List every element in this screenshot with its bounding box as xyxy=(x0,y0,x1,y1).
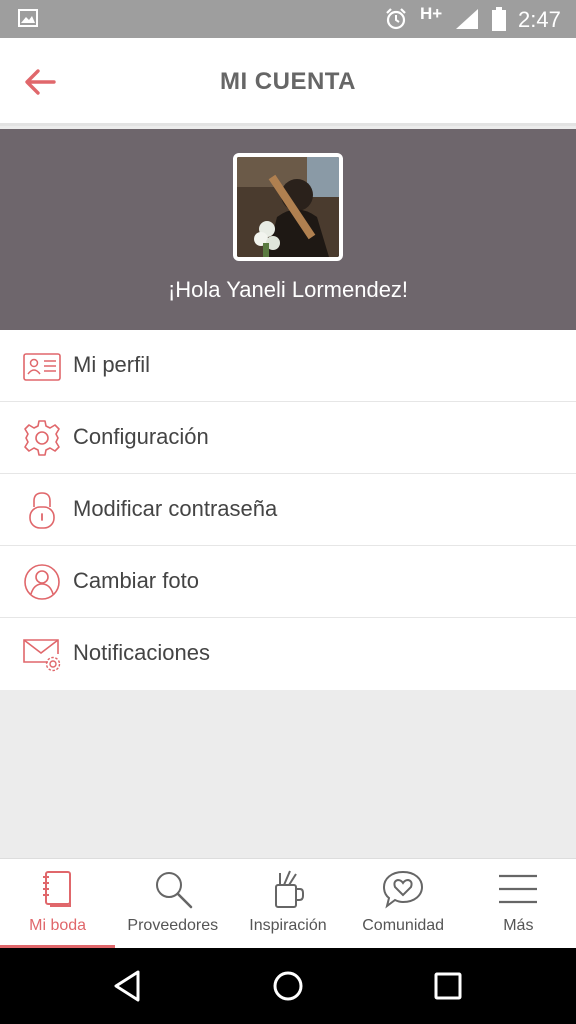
menu-item-configuracion[interactable]: Configuración xyxy=(0,402,576,474)
menu-item-label: Modificar contraseña xyxy=(73,496,278,521)
tab-label: Inspiración xyxy=(249,917,327,934)
menu-item-notificaciones[interactable]: Notificaciones xyxy=(0,618,576,690)
bottom-navigation: Mi boda Proveedores Inspiración Comunida… xyxy=(0,858,576,949)
menu-item-label: Notificaciones xyxy=(73,640,210,665)
network-type: H+ xyxy=(420,4,443,23)
app-header: MI CUENTA xyxy=(0,38,576,126)
id-card-icon xyxy=(23,353,61,381)
page-title: MI CUENTA xyxy=(219,68,357,95)
status-bar: H+ 2:47 xyxy=(0,0,576,38)
menu-item-mi-perfil[interactable]: Mi perfil xyxy=(0,330,576,402)
clock: 2:47 xyxy=(518,7,561,32)
profile-photo xyxy=(237,157,339,257)
battery-icon xyxy=(492,7,506,31)
gear-icon xyxy=(24,420,60,456)
lock-icon xyxy=(29,492,55,529)
system-navigation-bar xyxy=(0,948,576,1024)
tab-label: Más xyxy=(503,917,534,934)
tab-proveedores[interactable]: Proveedores xyxy=(115,859,230,949)
menu-item-label: Configuración xyxy=(73,424,209,449)
avatar[interactable] xyxy=(233,153,343,261)
menu-item-label: Mi perfil xyxy=(73,352,151,377)
greeting-text: ¡Hola Yaneli Lormendez! xyxy=(167,277,409,302)
tab-inspiracion[interactable]: Inspiración xyxy=(230,859,345,949)
pencil-cup-icon xyxy=(274,870,304,908)
tab-comunidad[interactable]: Comunidad xyxy=(346,859,461,949)
menu-icon xyxy=(499,874,538,904)
back-triangle-icon[interactable] xyxy=(108,968,148,1004)
user-photo-icon xyxy=(24,564,60,600)
tab-mas[interactable]: Más xyxy=(461,859,576,949)
tab-label: Comunidad xyxy=(362,917,445,934)
mail-settings-icon xyxy=(23,639,61,672)
menu-item-cambiar-foto[interactable]: Cambiar foto xyxy=(0,546,576,618)
recents-square-icon[interactable] xyxy=(428,968,468,1004)
image-notification-icon xyxy=(18,9,38,27)
search-icon xyxy=(155,872,193,909)
profile-banner: ¡Hola Yaneli Lormendez! xyxy=(0,129,576,330)
alarm-icon xyxy=(386,8,406,30)
tab-label: Mi boda xyxy=(29,917,87,934)
signal-icon xyxy=(456,9,478,29)
chat-heart-icon xyxy=(383,870,424,909)
tab-mi-boda[interactable]: Mi boda xyxy=(0,859,116,949)
menu-item-modificar-contrasena[interactable]: Modificar contraseña xyxy=(0,474,576,546)
tab-label: Proveedores xyxy=(127,917,219,934)
menu-item-label: Cambiar foto xyxy=(73,568,199,593)
notebook-icon xyxy=(42,871,71,907)
account-menu: Mi perfil Configuración Modificar contra… xyxy=(0,330,576,690)
home-circle-icon[interactable] xyxy=(268,968,308,1004)
